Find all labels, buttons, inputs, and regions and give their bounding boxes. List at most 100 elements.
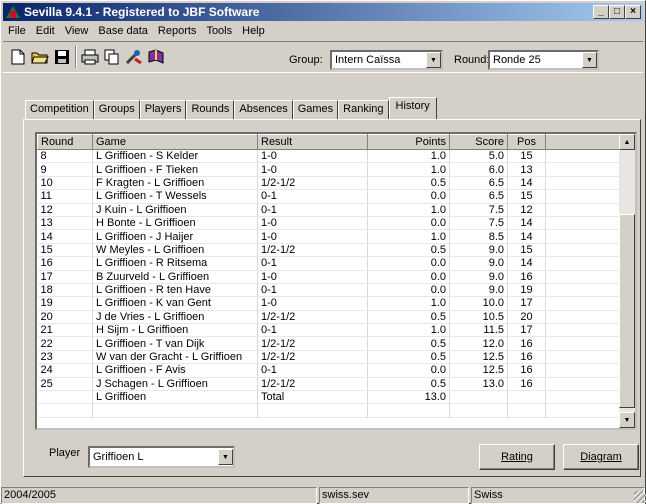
tab-ranking[interactable]: Ranking (338, 100, 389, 119)
tab-history[interactable]: History (388, 97, 437, 119)
tools-button[interactable] (123, 46, 145, 68)
col-header-round[interactable]: Round (37, 134, 93, 150)
table-cell: H Bonte - L Griffioen (92, 216, 258, 231)
scroll-thumb[interactable] (619, 214, 635, 408)
table-row[interactable]: 13 H Bonte - L Griffioen 1-0 0.0 7.5 14 (37, 216, 622, 231)
table-cell: 14 (507, 229, 546, 244)
table-row[interactable]: 9L Griffioen - F Tieken 1-0 1.0 6.0 13 (37, 162, 622, 177)
table-cell (37, 390, 93, 405)
table-cell: 25 (37, 377, 93, 392)
table-cell: 0.0 (367, 283, 450, 298)
save-button[interactable] (51, 46, 73, 68)
table-cell: 16 (507, 377, 546, 392)
table-row[interactable]: 12 J Kuin - L Griffioen 0-1 1.0 7.5 12 (37, 203, 622, 217)
table-row[interactable]: 8L Griffioen - S Kelder 1-0 1.0 5.0 15 (37, 149, 622, 164)
tab-competition[interactable]: Competition (25, 100, 94, 119)
table-cell-empty (545, 363, 622, 378)
tab-games[interactable]: Games (292, 100, 339, 119)
player-select[interactable]: Griffioen L ▼ (88, 446, 235, 468)
copy-button[interactable] (101, 46, 123, 68)
col-header-score[interactable]: Score (449, 134, 508, 150)
table-cell-empty (545, 336, 622, 351)
table-row[interactable]: 17 B Zuurveld - L Griffioen 1-0 0.0 9.0 16 (37, 270, 622, 284)
table-row[interactable]: 25 J Schagen - L Griffioen 1/2-1/2 0.5 13.0 1… (37, 377, 622, 392)
col-header-game[interactable]: Game (92, 134, 258, 150)
table-row[interactable]: 16 L Griffioen - R Ritsema 0-1 0.0 9.0 14 (37, 256, 622, 271)
col-header-pos[interactable]: Pos (507, 134, 546, 150)
table-cell: 17 (37, 270, 93, 284)
table-row[interactable]: 21 H Sijm - L Griffioen 0-1 1.0 11.5 17 (37, 323, 622, 338)
table-row[interactable]: 19 L Griffioen - K van Gent 1-0 1.0 10.0 17 (37, 296, 622, 311)
table-cell: 17 (507, 296, 546, 311)
tab-rounds[interactable]: Rounds (186, 100, 235, 119)
table-row[interactable]: 24 L Griffioen - F Avis 0-1 0.0 12.5 16 (37, 363, 622, 378)
table-cell: 13 (507, 162, 546, 177)
table-cell: 9.0 (449, 270, 508, 284)
table-cell: 1.0 (367, 296, 450, 311)
table-cell: 1-0 (257, 270, 368, 284)
app-logo-icon[interactable] (5, 5, 21, 19)
resize-grip-icon[interactable] (634, 491, 646, 503)
tab-players[interactable]: Players (139, 100, 187, 119)
status-season: 2004/2005 (1, 487, 317, 504)
menu-file[interactable]: File (3, 25, 31, 37)
minimize-button[interactable]: _ (593, 5, 609, 19)
table-row[interactable]: 11 L Griffioen - T Wessels 0-1 0.0 6.5 15 (37, 189, 622, 204)
tools-icon (125, 50, 142, 65)
table-cell: 1-0 (257, 216, 368, 231)
table-cell: 7.5 (449, 203, 508, 217)
table-cell: L Griffioen - F Tieken (92, 162, 258, 177)
table-row[interactable]: 14 L Griffioen - J Haijer 1-0 1.0 8.5 14 (37, 229, 622, 244)
group-select[interactable]: Intern Caïssa ▼ (330, 50, 443, 70)
table-row[interactable]: 18 L Griffioen - R ten Have 0-1 0.0 9.0 19 (37, 283, 622, 298)
open-folder-icon (31, 52, 49, 64)
chevron-down-icon[interactable]: ▼ (218, 449, 233, 465)
table-cell: 10.5 (449, 310, 508, 325)
table-cell: 0.0 (367, 189, 450, 204)
table-row[interactable]: L Griffioen Total 13.0 (37, 390, 622, 405)
diagram-button[interactable]: Diagram (563, 444, 639, 470)
scroll-up-icon[interactable]: ▲ (619, 134, 635, 150)
col-header-result[interactable]: Result (257, 134, 368, 150)
chevron-down-icon[interactable]: ▼ (582, 52, 597, 68)
table-row[interactable]: 23 W van der Gracht - L Griffioen 1/2-1/2 0… (37, 350, 622, 365)
tab-groups[interactable]: Groups (93, 100, 140, 119)
chevron-down-icon[interactable]: ▼ (426, 52, 441, 68)
close-button[interactable]: × (625, 5, 641, 19)
table-cell: 6.5 (449, 176, 508, 191)
table-cell: J de Vries - L Griffioen (92, 310, 258, 325)
table-cell-empty (545, 270, 622, 284)
table-row[interactable]: 10 F Kragten - L Griffioen 1/2-1/2 0.5 6.5 14 (37, 176, 622, 191)
menu-tools[interactable]: Tools (201, 25, 237, 37)
print-button[interactable] (79, 46, 101, 68)
title-bar[interactable]: Sevilla 9.4.1 - Registered to JBF Softwa… (3, 3, 643, 21)
table-cell-empty (545, 243, 622, 258)
tab-absences[interactable]: Absences (234, 100, 293, 119)
table-cell: 13 (37, 216, 93, 231)
vertical-scrollbar[interactable]: ▲ ▼ (619, 134, 635, 428)
menu-view[interactable]: View (60, 25, 94, 37)
new-file-button[interactable] (7, 46, 29, 68)
open-file-button[interactable] (29, 46, 51, 68)
help-book-button[interactable] (145, 46, 167, 68)
app-window: Sevilla 9.4.1 - Registered to JBF Softwa… (0, 0, 646, 504)
table-row[interactable]: 22 L Griffioen - T van Dijk 1/2-1/2 0.5 12.0… (37, 336, 622, 351)
history-grid[interactable]: Round Game Result Points Score Pos 8L Gr… (35, 132, 637, 430)
table-row[interactable] (37, 403, 622, 418)
round-select[interactable]: Ronde 25 ▼ (488, 50, 599, 70)
col-header-points[interactable]: Points (367, 134, 450, 150)
group-select-value: Intern Caïssa (335, 54, 401, 66)
maximize-button[interactable]: □ (609, 5, 625, 19)
menu-reports[interactable]: Reports (153, 25, 202, 37)
rating-button[interactable]: Rating (479, 444, 555, 470)
menu-help[interactable]: Help (237, 25, 270, 37)
menu-edit[interactable]: Edit (31, 25, 60, 37)
scroll-down-icon[interactable]: ▼ (619, 412, 635, 428)
table-cell: 0-1 (257, 203, 368, 217)
table-cell: 0-1 (257, 283, 368, 298)
table-cell: 0.5 (367, 310, 450, 325)
table-row[interactable]: 15 W Meyles - L Griffioen 1/2-1/2 0.5 9.0 15 (37, 243, 622, 258)
table-row[interactable]: 20 J de Vries - L Griffioen 1/2-1/2 0.5 10.5… (37, 310, 622, 325)
table-cell: 12 (507, 203, 546, 217)
menu-base-data[interactable]: Base data (93, 25, 153, 37)
